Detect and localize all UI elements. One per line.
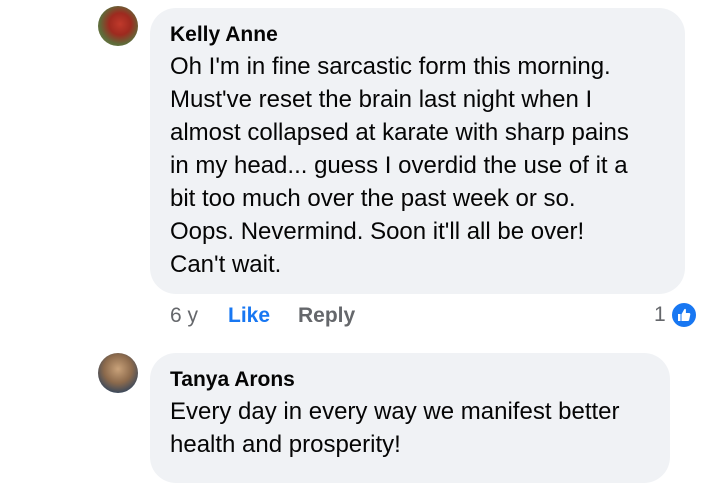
- avatar[interactable]: [98, 6, 138, 46]
- comment-timestamp[interactable]: 6 y: [170, 302, 228, 330]
- comment-author[interactable]: Kelly Anne: [170, 22, 685, 48]
- comment-text: Oh I'm in fine sarcastic form this morni…: [170, 53, 629, 278]
- comment-bubble: Tanya Arons Every day in every way we ma…: [150, 353, 670, 483]
- thumbs-up-icon: [669, 301, 698, 329]
- comment-bubble: Kelly Anne Oh I'm in fine sarcastic form…: [150, 8, 685, 294]
- like-button[interactable]: Like: [228, 302, 298, 330]
- comment-author[interactable]: Tanya Arons: [170, 367, 670, 393]
- comment-text: Every day in every way we manifest bette…: [170, 398, 620, 458]
- reply-button[interactable]: Reply: [298, 302, 355, 330]
- avatar[interactable]: [98, 353, 138, 393]
- reaction-count: 1: [654, 303, 666, 326]
- reaction-summary[interactable]: 1: [654, 301, 698, 329]
- comment-actions: 6 y Like Reply: [170, 302, 355, 330]
